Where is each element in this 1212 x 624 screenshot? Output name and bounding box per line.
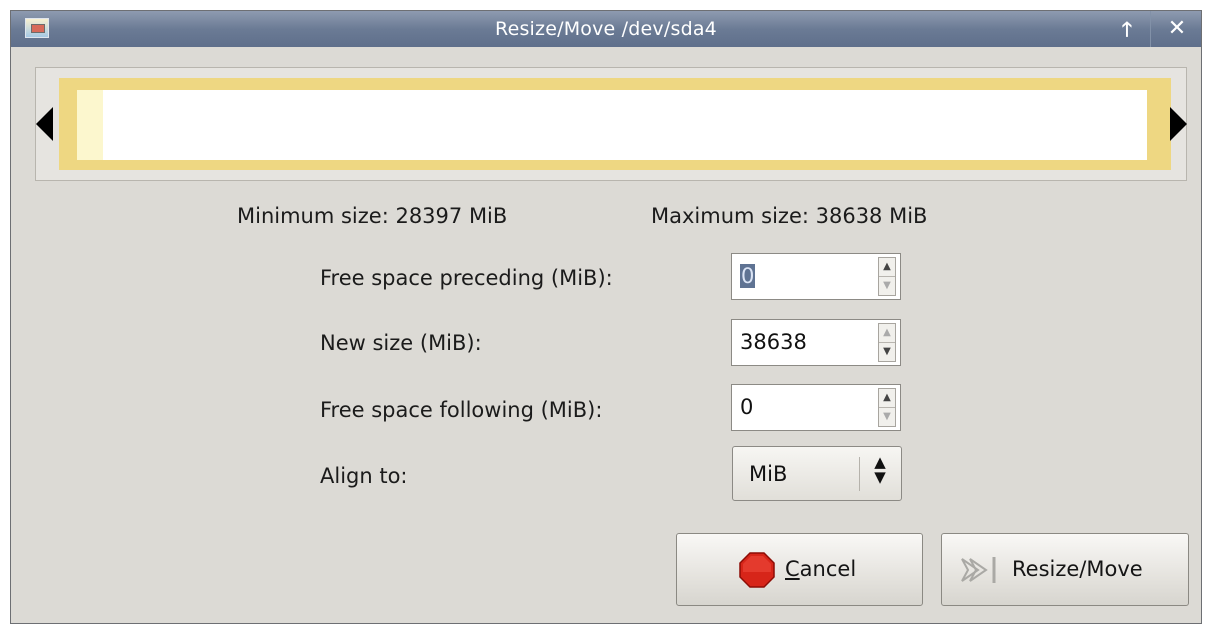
- decrement-icon[interactable]: ▼: [879, 408, 895, 426]
- free-space-following-spinbox[interactable]: 0 ▲ ▼: [731, 384, 901, 431]
- resize-move-button[interactable]: Resize/Move: [941, 533, 1189, 606]
- new-size-value[interactable]: 38638: [740, 330, 807, 354]
- resize-move-icon: [961, 557, 996, 583]
- align-to-label: Align to:: [320, 464, 408, 488]
- increment-icon[interactable]: ▲: [879, 324, 895, 343]
- free-space-preceding-stepper[interactable]: ▲ ▼: [878, 257, 896, 296]
- partition-resize-bar[interactable]: [59, 78, 1171, 170]
- increment-icon[interactable]: ▲: [879, 258, 895, 277]
- unused-space-segment: [103, 90, 1147, 160]
- new-size-label: New size (MiB):: [320, 331, 482, 355]
- title-bar[interactable]: Resize/Move /dev/sda4 🡑 ✕: [11, 11, 1201, 47]
- free-space-following-stepper[interactable]: ▲ ▼: [878, 388, 896, 427]
- partition-graph-frame: [35, 67, 1187, 181]
- new-size-spinbox[interactable]: 38638 ▲ ▼: [731, 319, 901, 366]
- minimum-size-label: Minimum size: 28397 MiB: [237, 204, 508, 228]
- cancel-button-label: Cancel: [785, 557, 857, 581]
- align-to-select[interactable]: MiB ▲ ▼: [732, 446, 902, 501]
- up-arrow-icon[interactable]: 🡑: [1111, 15, 1143, 43]
- left-resize-handle[interactable]: [36, 107, 53, 141]
- decrement-icon[interactable]: ▼: [879, 343, 895, 361]
- resize-move-button-label: Resize/Move: [1012, 557, 1143, 581]
- resize-move-dialog: Resize/Move /dev/sda4 🡑 ✕ Minimum size: …: [10, 10, 1202, 624]
- increment-icon[interactable]: ▲: [879, 389, 895, 408]
- close-icon[interactable]: ✕: [1161, 15, 1193, 43]
- select-arrows-icon: ▲ ▼: [874, 453, 886, 486]
- stop-icon: [739, 552, 775, 588]
- align-to-value: MiB: [749, 462, 788, 486]
- used-space-segment: [77, 90, 103, 160]
- right-resize-handle[interactable]: [1170, 107, 1187, 141]
- window-title: Resize/Move /dev/sda4: [495, 18, 717, 40]
- select-separator: [859, 457, 860, 491]
- new-size-stepper[interactable]: ▲ ▼: [878, 323, 896, 362]
- free-space-preceding-spinbox[interactable]: 0 ▲ ▼: [731, 253, 901, 300]
- maximum-size-label: Maximum size: 38638 MiB: [651, 204, 928, 228]
- free-space-preceding-value[interactable]: 0: [740, 264, 756, 288]
- free-space-following-value[interactable]: 0: [740, 395, 753, 419]
- free-space-following-label: Free space following (MiB):: [320, 398, 603, 422]
- cancel-button[interactable]: Cancel: [676, 533, 923, 606]
- decrement-icon[interactable]: ▼: [879, 277, 895, 295]
- free-space-preceding-label: Free space preceding (MiB):: [320, 266, 613, 290]
- title-divider: [1150, 11, 1151, 47]
